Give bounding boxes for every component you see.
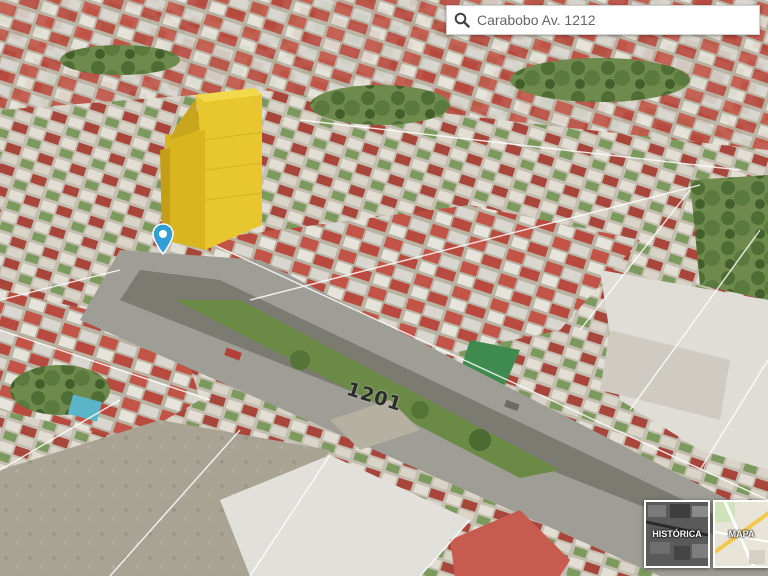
aerial-map-view[interactable] xyxy=(0,0,768,576)
historica-label: HISTÓRICA xyxy=(652,529,702,539)
location-marker-icon[interactable] xyxy=(152,223,174,256)
search-icon[interactable] xyxy=(453,11,471,29)
mapa-label: MAPA xyxy=(728,529,755,539)
address-search-box[interactable] xyxy=(446,5,760,35)
layer-toggle-mapa[interactable]: MAPA xyxy=(713,500,768,568)
layer-toggle-historica[interactable]: HISTÓRICA xyxy=(644,500,710,568)
search-input[interactable] xyxy=(477,7,759,33)
